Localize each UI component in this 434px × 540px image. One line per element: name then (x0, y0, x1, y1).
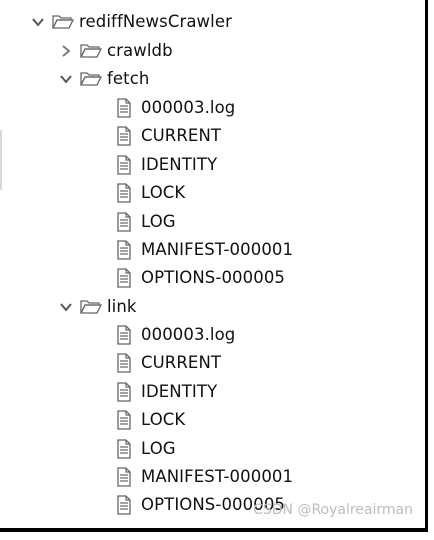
file-item[interactable]: CURRENT (115, 349, 221, 377)
file-icon (115, 268, 133, 288)
file-icon (115, 495, 133, 515)
chevron-right-icon[interactable] (58, 43, 74, 59)
file-item[interactable]: IDENTITY (115, 151, 217, 179)
tree-node-label: rediffNewsCrawler (79, 12, 232, 31)
file-icon (115, 382, 133, 402)
chevron-down-icon[interactable] (30, 14, 46, 30)
panel-edge (0, 130, 2, 190)
tree-node-crawldb[interactable]: crawldb (58, 37, 173, 65)
file-label: IDENTITY (141, 155, 218, 174)
file-item[interactable]: LOG (115, 208, 176, 236)
file-icon (115, 439, 133, 459)
file-item[interactable]: CURRENT (115, 122, 221, 150)
folder-open-icon (80, 70, 102, 88)
file-label: 000003.log (141, 325, 236, 344)
file-icon (115, 325, 133, 345)
tree-node-rediffnewscrawler[interactable]: rediffNewsCrawler (30, 8, 232, 36)
file-label: LOG (141, 212, 176, 231)
project-tree-panel: rediffNewsCrawler crawldb fetch 000003.l… (0, 0, 428, 532)
file-icon (115, 353, 133, 373)
file-label: LOCK (141, 410, 186, 429)
file-icon (115, 183, 133, 203)
tree-node-label: link (107, 297, 137, 316)
file-label: CURRENT (141, 126, 222, 145)
file-label: CURRENT (141, 353, 222, 372)
file-item[interactable]: 000003.log (115, 321, 235, 349)
file-icon (115, 467, 133, 487)
file-label: LOCK (141, 183, 186, 202)
folder-open-icon (80, 42, 102, 60)
file-item[interactable]: LOCK (115, 406, 185, 434)
file-item[interactable]: MANIFEST-000001 (115, 463, 293, 491)
file-label: LOG (141, 439, 176, 458)
watermark: CSDN @Royalreairman (253, 502, 413, 518)
tree-node-fetch[interactable]: fetch (58, 65, 149, 93)
chevron-down-icon[interactable] (58, 299, 74, 315)
file-icon (115, 240, 133, 260)
tree-node-link[interactable]: link (58, 293, 137, 321)
file-icon (115, 155, 133, 175)
file-label: MANIFEST-000001 (141, 467, 294, 486)
file-item[interactable]: LOG (115, 435, 176, 463)
file-icon (115, 126, 133, 146)
file-item[interactable]: OPTIONS-000005 (115, 264, 285, 292)
folder-open-icon (52, 13, 74, 31)
tree-node-label: crawldb (107, 41, 173, 60)
file-icon (115, 98, 133, 118)
file-item[interactable]: 000003.log (115, 94, 235, 122)
folder-open-icon (80, 298, 102, 316)
file-item[interactable]: IDENTITY (115, 378, 217, 406)
file-label: IDENTITY (141, 382, 218, 401)
file-label: OPTIONS-000005 (141, 268, 286, 287)
file-label: 000003.log (141, 98, 236, 117)
file-label: MANIFEST-000001 (141, 240, 294, 259)
file-item[interactable]: MANIFEST-000001 (115, 236, 293, 264)
file-item[interactable]: LOCK (115, 179, 185, 207)
chevron-down-icon[interactable] (58, 71, 74, 87)
file-icon (115, 212, 133, 232)
file-icon (115, 410, 133, 430)
tree-node-label: fetch (107, 69, 150, 88)
